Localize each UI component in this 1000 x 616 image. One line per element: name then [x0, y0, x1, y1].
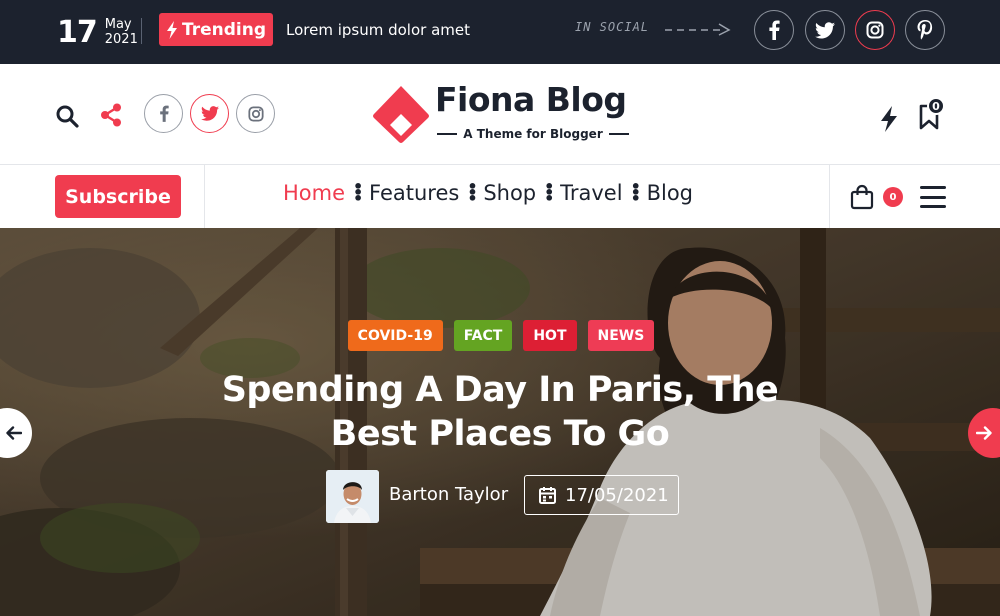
nav-divider [204, 165, 205, 229]
facebook-link[interactable] [754, 10, 794, 50]
bolt-icon[interactable] [880, 106, 898, 132]
share-icon[interactable] [100, 103, 122, 127]
menu-item-features[interactable]: Features • • • [369, 177, 483, 208]
calendar-icon [539, 487, 556, 504]
menu-dots-icon: • • • [353, 177, 364, 208]
twitter-link[interactable] [805, 10, 845, 50]
twitter-icon [815, 21, 835, 38]
trending-headline-link[interactable]: Lorem ipsum dolor amet [286, 21, 470, 39]
tag-covid-19[interactable]: COVID-19 [347, 320, 443, 351]
menu-dots-icon: • • • [544, 177, 555, 208]
menu-item-shop[interactable]: Shop • • • [483, 177, 560, 208]
tag-fact[interactable]: FACT [453, 320, 513, 351]
main-nav: Subscribe Home • • • Features • • • Shop • • •… [0, 164, 1000, 229]
menu-item-home[interactable]: Home • • • [283, 177, 369, 208]
menu-dots-icon: • • • [467, 177, 478, 208]
arrow-right-icon [976, 426, 992, 440]
date-month: May [104, 17, 132, 32]
menu-dots-icon: • • • [630, 177, 641, 208]
logo-tagline-text: A Theme for Blogger [463, 127, 603, 141]
instagram-icon [247, 105, 264, 122]
top-bar: 17 May 2021 Trending Lorem ipsum dolor a… [0, 0, 1000, 64]
nav-divider [829, 165, 830, 229]
post-date: 17/05/2021 [565, 484, 669, 506]
tag-hot[interactable]: HOT [523, 320, 577, 351]
menu-item-label: Home [283, 181, 346, 205]
bolt-icon [166, 20, 177, 39]
shopping-bag-icon[interactable] [850, 184, 874, 210]
bookmark-count-badge: 0 [927, 97, 945, 115]
top-divider [141, 18, 142, 44]
trending-button[interactable]: Trending [159, 13, 273, 46]
facebook-icon [769, 20, 780, 40]
menu-item-label: Blog [646, 181, 693, 205]
date-year: 2021 [104, 32, 138, 47]
in-social-label: IN SOCIAL [575, 20, 650, 34]
twitter-icon [200, 106, 219, 121]
facebook-icon [159, 105, 169, 122]
subscribe-button[interactable]: Subscribe [55, 175, 181, 218]
menu-item-travel[interactable]: Travel • • • [560, 177, 646, 208]
trending-label: Trending [181, 19, 266, 40]
hero-slider: COVID-19 FACT HOT NEWS Spending A Day In… [0, 228, 1000, 616]
date-display: 17 May 2021 [57, 12, 138, 52]
header-facebook-link[interactable] [144, 94, 183, 133]
tag-news[interactable]: NEWS [587, 320, 655, 351]
logo-icon[interactable] [372, 84, 430, 144]
logo-title[interactable]: Fiona Blog [435, 80, 627, 119]
hamburger-menu-icon[interactable] [920, 186, 946, 208]
menu-item-label: Shop [483, 181, 537, 205]
dashed-arrow-icon [665, 23, 731, 36]
search-icon[interactable] [55, 104, 79, 128]
post-tags: COVID-19 FACT HOT NEWS [0, 320, 1000, 351]
logo-tagline: A Theme for Blogger [437, 127, 630, 141]
header-twitter-link[interactable] [190, 94, 229, 133]
site-header: Fiona Blog A Theme for Blogger 0 [0, 64, 1000, 164]
main-menu: Home • • • Features • • • Shop • • • Travel • •… [283, 177, 693, 208]
cart-count-badge: 0 [883, 187, 903, 207]
pinterest-link[interactable] [905, 10, 945, 50]
arrow-left-icon [6, 426, 22, 440]
date-day: 17 [57, 14, 98, 50]
author-avatar[interactable] [326, 470, 379, 523]
header-instagram-link[interactable] [236, 94, 275, 133]
author-name[interactable]: Barton Taylor [389, 484, 508, 505]
menu-item-label: Travel [560, 181, 623, 205]
post-date-badge: 17/05/2021 [524, 475, 679, 515]
hero-post-title[interactable]: Spending A Day In Paris, The Best Places… [180, 368, 820, 456]
menu-item-label: Features [369, 181, 460, 205]
menu-item-blog[interactable]: Blog [647, 181, 693, 205]
instagram-link[interactable] [855, 10, 895, 50]
instagram-icon [866, 21, 884, 39]
pinterest-icon [917, 20, 933, 40]
avatar-image [326, 470, 379, 523]
